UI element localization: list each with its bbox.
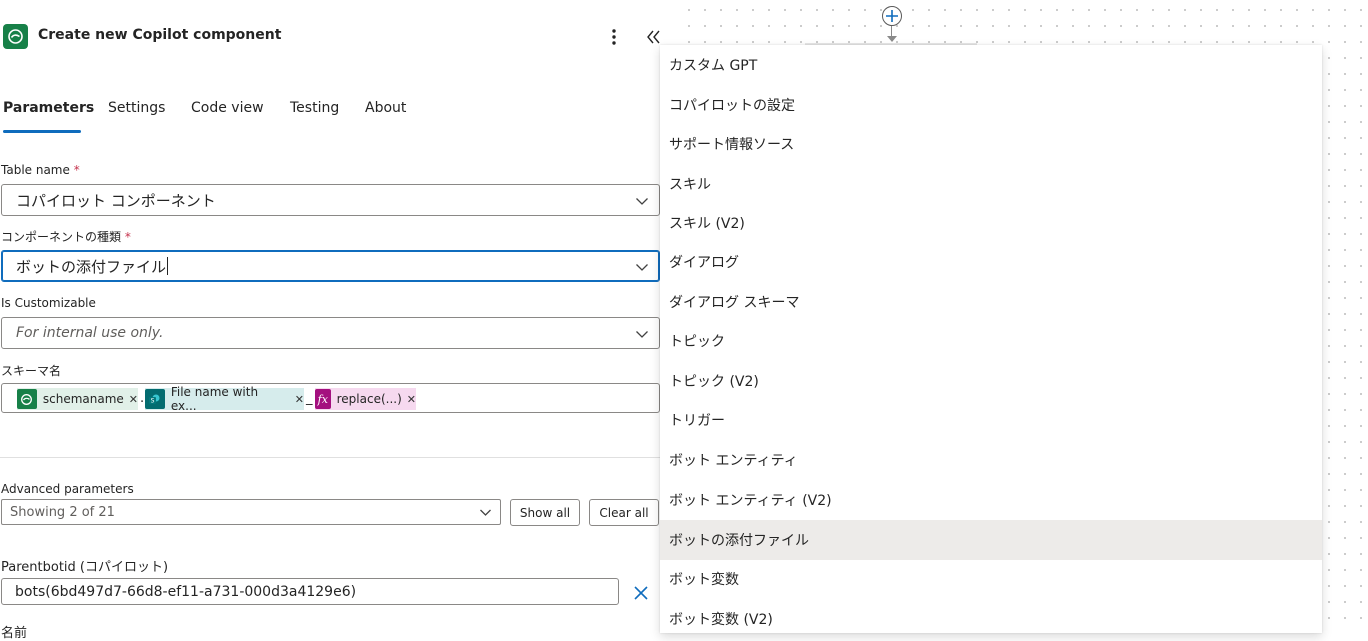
- sharepoint-icon: S: [145, 389, 165, 409]
- component-type-label: コンポーネントの種類 *: [1, 228, 131, 245]
- section-divider: [0, 457, 660, 458]
- dropdown-option[interactable]: サポート情報ソース: [660, 124, 1322, 164]
- tab-code-view[interactable]: Code view: [188, 96, 267, 124]
- dropdown-option[interactable]: トピック: [660, 321, 1322, 361]
- active-tab-indicator: [3, 130, 81, 133]
- dropdown-option[interactable]: トリガー: [660, 400, 1322, 440]
- table-name-label: Table name *: [1, 163, 80, 177]
- parentbotid-value: bots(6bd497d7-66d8-ef11-a731-000d3a4129e…: [15, 583, 357, 600]
- remove-token-icon[interactable]: ✕: [407, 393, 416, 406]
- clear-all-button[interactable]: Clear all: [589, 499, 659, 526]
- separator-text: .: [140, 391, 145, 406]
- tab-about[interactable]: About: [362, 96, 409, 124]
- more-vertical-icon: [612, 29, 616, 45]
- remove-token-icon[interactable]: ✕: [295, 393, 304, 406]
- table-name-select[interactable]: コパイロット コンポーネント: [1, 184, 660, 216]
- parentbotid-input[interactable]: bots(6bd497d7-66d8-ef11-a731-000d3a4129e…: [1, 578, 619, 605]
- text-caret: [167, 257, 169, 275]
- advanced-parameters-label: Advanced parameters: [1, 482, 134, 496]
- chevron-down-icon: [636, 264, 648, 271]
- schema-name-label: スキーマ名: [1, 364, 62, 378]
- tab-parameters[interactable]: Parameters: [0, 96, 97, 124]
- is-customizable-label: Is Customizable: [1, 296, 96, 310]
- chevron-down-icon: [636, 331, 648, 338]
- required-mark: *: [73, 163, 80, 177]
- dropdown-option[interactable]: ボット エンティティ: [660, 440, 1322, 480]
- show-all-button[interactable]: Show all: [510, 499, 580, 526]
- dynamic-token-schemaname[interactable]: schemaname ✕: [17, 388, 138, 410]
- tab-settings[interactable]: Settings: [105, 96, 168, 124]
- chevron-down-icon: [480, 509, 491, 516]
- tab-testing[interactable]: Testing: [287, 96, 342, 124]
- dropdown-option-selected[interactable]: ボットの添付ファイル: [660, 520, 1322, 560]
- dropdown-option[interactable]: ボット変数 (V2): [660, 599, 1322, 633]
- function-icon: fx: [315, 389, 331, 409]
- chevron-down-icon: [636, 198, 648, 205]
- dropdown-option[interactable]: スキル (V2): [660, 203, 1322, 243]
- required-mark: *: [124, 230, 131, 244]
- token-label: schemaname: [42, 392, 124, 406]
- dataverse-icon: [17, 389, 37, 409]
- dropdown-option[interactable]: ダイアログ スキーマ: [660, 282, 1322, 322]
- dropdown-option[interactable]: トピック (V2): [660, 361, 1322, 401]
- dropdown-option[interactable]: コパイロットの設定: [660, 85, 1322, 125]
- panel-tabs: Parameters Settings Code view Testing Ab…: [0, 96, 677, 136]
- parentbotid-label: Parentbotid (コパイロット): [1, 560, 169, 575]
- add-step-button[interactable]: [882, 6, 902, 26]
- component-type-value: ボットの添付ファイル: [16, 257, 167, 276]
- connector-arrow-icon: [887, 36, 897, 42]
- action-config-panel: Create new Copilot component Parameters …: [0, 0, 677, 641]
- dataverse-icon: [3, 24, 28, 49]
- advanced-selector-value: Showing 2 of 21: [10, 504, 115, 520]
- component-type-dropdown-list: カスタム GPT コパイロットの設定 サポート情報ソース スキル スキル (V2…: [660, 45, 1322, 633]
- is-customizable-placeholder: For internal use only.: [16, 325, 164, 341]
- dynamic-token-file-name[interactable]: S File name with ex... ✕: [145, 385, 304, 413]
- more-options-button[interactable]: [603, 26, 625, 48]
- advanced-parameters-select[interactable]: Showing 2 of 21: [1, 499, 501, 525]
- svg-text:S: S: [151, 397, 155, 404]
- is-customizable-select[interactable]: For internal use only.: [1, 317, 660, 349]
- panel-title: Create new Copilot component: [38, 27, 282, 43]
- token-label: replace(...): [336, 392, 402, 406]
- schema-name-input[interactable]: schemaname ✕ . S File name with ex... ✕ …: [1, 383, 660, 413]
- dropdown-option[interactable]: ボット変数: [660, 559, 1322, 599]
- separator-text: _: [306, 391, 313, 406]
- dynamic-token-replace[interactable]: fx replace(...) ✕: [315, 388, 416, 410]
- dropdown-option[interactable]: カスタム GPT: [660, 45, 1322, 85]
- component-type-label-text: コンポーネントの種類: [1, 230, 122, 244]
- dropdown-option[interactable]: スキル: [660, 164, 1322, 204]
- dropdown-option[interactable]: ダイアログ: [660, 242, 1322, 282]
- remove-token-icon[interactable]: ✕: [129, 393, 138, 406]
- plus-icon: [886, 10, 898, 22]
- remove-parameter-button[interactable]: [632, 584, 650, 602]
- close-icon: [634, 586, 648, 600]
- panel-header: Create new Copilot component: [0, 0, 677, 72]
- table-name-value: コパイロット コンポーネント: [16, 191, 216, 210]
- token-label: File name with ex...: [170, 385, 259, 413]
- table-name-label-text: Table name: [1, 163, 70, 177]
- name-field-label: 名前: [1, 626, 28, 641]
- component-type-select[interactable]: ボットの添付ファイル: [1, 250, 660, 282]
- dropdown-option[interactable]: ボット エンティティ (V2): [660, 480, 1322, 520]
